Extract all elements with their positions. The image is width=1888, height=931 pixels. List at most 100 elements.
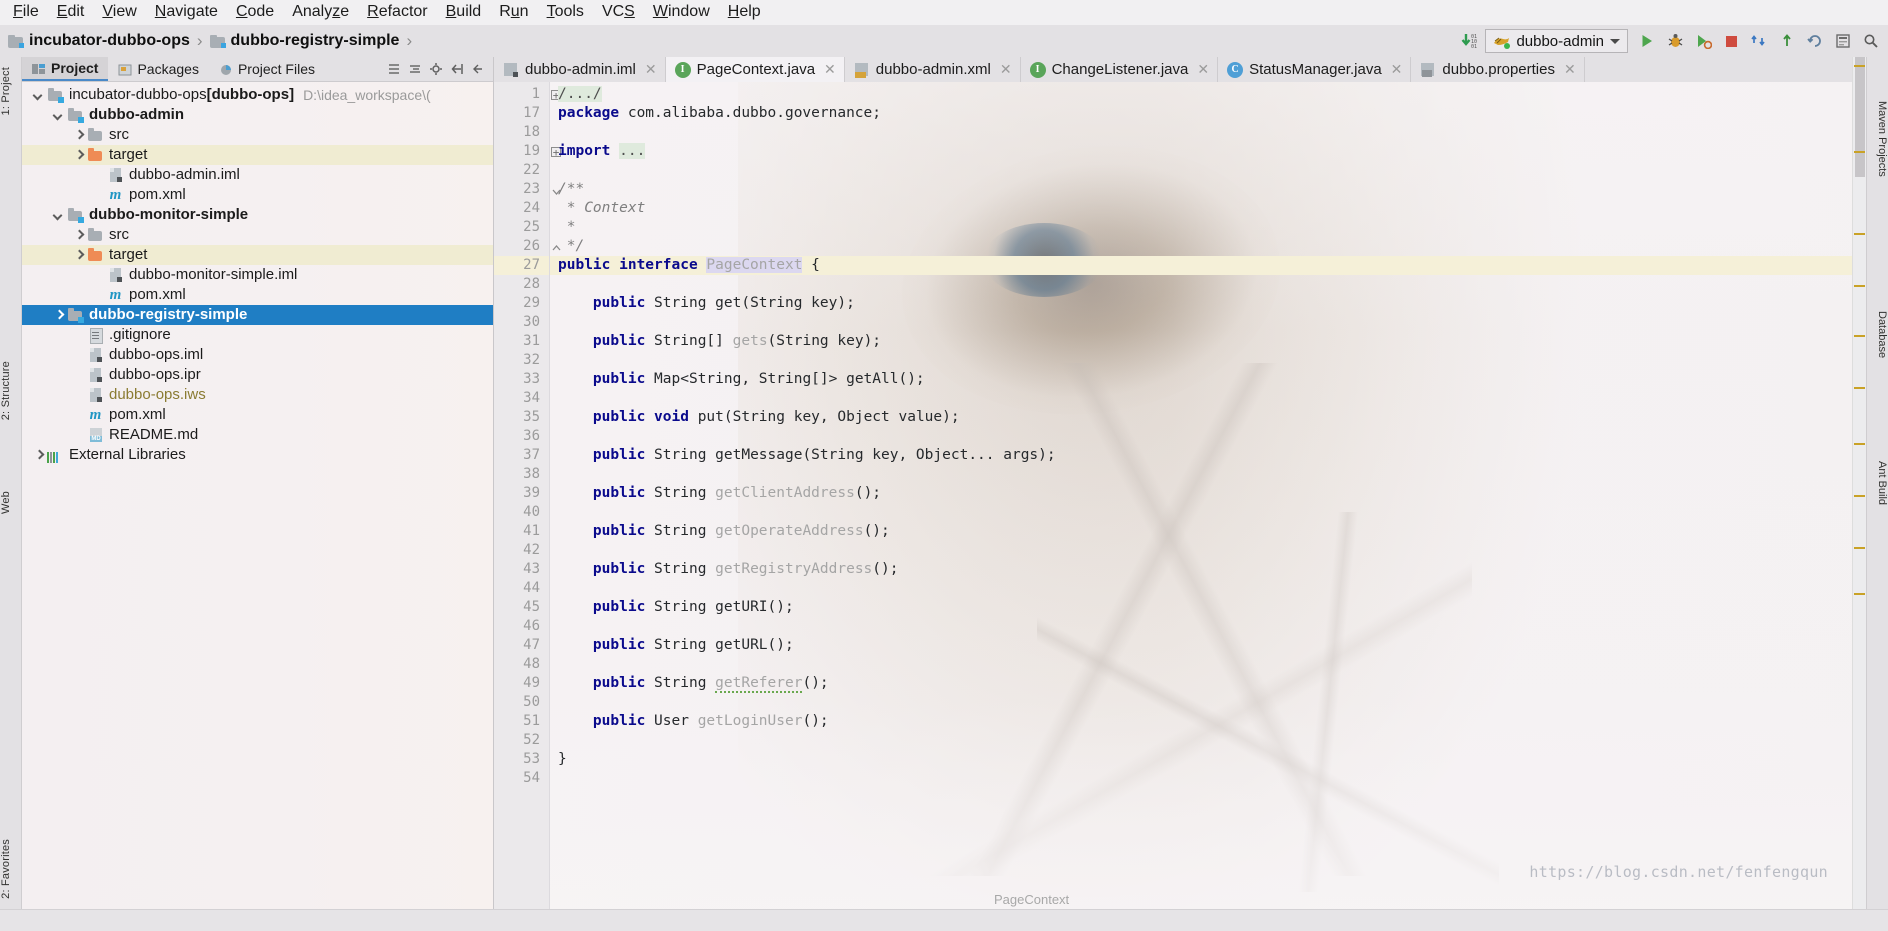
close-icon[interactable]: ✕ [1197,61,1209,78]
line-number[interactable]: 17 [494,104,549,123]
menu-item-analyze[interactable]: Analyze [283,1,358,24]
vcs-rollback-icon[interactable] [1802,29,1828,53]
strip-tab-database[interactable]: Database [1866,307,1888,362]
tree-node-dubbo-ops-iws[interactable]: dubbo-ops.iws [22,385,493,405]
chevron-right-icon[interactable] [72,229,85,242]
line-number[interactable]: 30 [494,313,549,332]
menu-item-tools[interactable]: Tools [538,1,593,24]
tree-node-pom-xml[interactable]: m pom.xml [22,185,493,205]
strip-tab-project[interactable]: 1: Project [0,63,22,119]
project-tab-project[interactable]: Project [22,57,109,81]
menu-item-view[interactable]: View [93,1,145,24]
editor-marker-tick[interactable] [1854,285,1865,287]
line-number[interactable]: 27 [494,256,549,275]
menu-item-help[interactable]: Help [719,1,770,24]
line-number[interactable]: 47 [494,636,549,655]
breadcrumb-item-1[interactable]: dubbo-registry-simple [208,31,402,51]
code-line[interactable] [550,541,1852,560]
code-line[interactable] [550,731,1852,750]
line-number[interactable]: 24 [494,199,549,218]
code-line[interactable]: import ... [550,142,1852,161]
editor-tab-pagecontext-java[interactable]: I PageContext.java ✕ [665,57,845,82]
line-number[interactable]: 43 [494,560,549,579]
tree-node--gitignore[interactable]: .gitignore [22,325,493,345]
line-number[interactable]: 36 [494,427,549,446]
editor-marker-tick[interactable] [1854,65,1865,67]
code-line[interactable]: public User getLoginUser(); [550,712,1852,731]
strip-tab-structure[interactable]: 2: Structure [0,357,22,424]
line-number[interactable]: 29 [494,294,549,313]
close-icon[interactable]: ✕ [824,61,836,78]
hide-icon[interactable] [469,60,487,78]
line-number[interactable]: 25 [494,218,549,237]
chevron-down-icon[interactable] [52,209,65,222]
tree-node-readme-md[interactable]: MD README.md [22,425,493,445]
menu-item-file[interactable]: File [4,1,48,24]
code-line[interactable]: public interface PageContext { [550,256,1852,275]
code-line[interactable] [550,465,1852,484]
tree-node-dubbo-ops-iml[interactable]: dubbo-ops.iml [22,345,493,365]
code-line[interactable]: public String getURL(); [550,636,1852,655]
line-number[interactable]: 28 [494,275,549,294]
line-number[interactable]: 49 [494,674,549,693]
code-line[interactable] [550,579,1852,598]
line-number[interactable]: 44 [494,579,549,598]
code-line[interactable]: public String getURI(); [550,598,1852,617]
code-line[interactable]: * [550,218,1852,237]
strip-tab-web[interactable]: Web [0,487,22,518]
line-number[interactable]: 32 [494,351,549,370]
code-line[interactable]: package com.alibaba.dubbo.governance; [550,104,1852,123]
chevron-down-icon[interactable] [32,89,45,102]
line-number[interactable]: 54 [494,769,549,788]
debug-icon[interactable] [1662,29,1688,53]
editor-tab-statusmanager-java[interactable]: C StatusManager.java ✕ [1218,57,1412,82]
chevron-right-icon[interactable] [72,149,85,162]
menu-item-build[interactable]: Build [437,1,491,24]
line-number[interactable]: 41 [494,522,549,541]
editor-marker-tick[interactable] [1854,547,1865,549]
close-icon[interactable]: ✕ [645,61,657,78]
chevron-right-icon[interactable] [32,449,45,462]
code-line[interactable]: public String getClientAddress(); [550,484,1852,503]
vcs-update-icon[interactable] [1746,29,1772,53]
editor-marker-tick[interactable] [1854,593,1865,595]
code-line[interactable] [550,123,1852,142]
strip-tab-favorites[interactable]: 2: Favorites [0,835,22,903]
line-number[interactable]: 51 [494,712,549,731]
tree-node-pom-xml[interactable]: m pom.xml [22,405,493,425]
code-line[interactable] [550,503,1852,522]
project-tab-project-files[interactable]: Project Files [209,57,325,81]
line-number[interactable]: 22 [494,161,549,180]
close-icon[interactable]: ✕ [1000,61,1012,78]
menu-item-window[interactable]: Window [644,1,719,24]
run-configuration-selector[interactable]: dubbo-admin [1485,29,1628,53]
editor-tab-dubbo-properties[interactable]: dubbo.properties ✕ [1411,57,1585,82]
editor-tab-dubbo-admin-xml[interactable]: dubbo-admin.xml ✕ [845,57,1021,82]
line-number[interactable]: 33 [494,370,549,389]
code-line[interactable] [550,655,1852,674]
tree-node-pom-xml[interactable]: m pom.xml [22,285,493,305]
tree-node-dubbo-admin-iml[interactable]: dubbo-admin.iml [22,165,493,185]
code-line[interactable]: public String[] gets(String key); [550,332,1852,351]
code-line[interactable]: /.../ [550,85,1852,104]
settings-gear-icon[interactable] [427,60,445,78]
line-number[interactable]: 48 [494,655,549,674]
tree-node-dubbo-ops-ipr[interactable]: dubbo-ops.ipr [22,365,493,385]
stop-icon[interactable] [1718,29,1744,53]
code-line[interactable]: public String get(String key); [550,294,1852,313]
menu-item-vcs[interactable]: VCS [593,1,644,24]
line-number[interactable]: 38 [494,465,549,484]
line-number[interactable]: 46 [494,617,549,636]
line-number[interactable]: 26 [494,237,561,256]
tree-node-dubbo-monitor-simple-iml[interactable]: dubbo-monitor-simple.iml [22,265,493,285]
line-number[interactable]: 1 + [494,85,561,104]
code-line[interactable]: public void put(String key, Object value… [550,408,1852,427]
search-everywhere-icon[interactable] [1858,29,1884,53]
project-tab-packages[interactable]: Packages [108,57,208,81]
code-line[interactable]: public String getOperateAddress(); [550,522,1852,541]
code-line[interactable] [550,275,1852,294]
code-line[interactable]: public String getRegistryAddress(); [550,560,1852,579]
vcs-commit-icon[interactable] [1774,29,1800,53]
tree-node-dubbo-registry-simple[interactable]: dubbo-registry-simple [22,305,493,325]
menu-item-refactor[interactable]: Refactor [358,1,436,24]
